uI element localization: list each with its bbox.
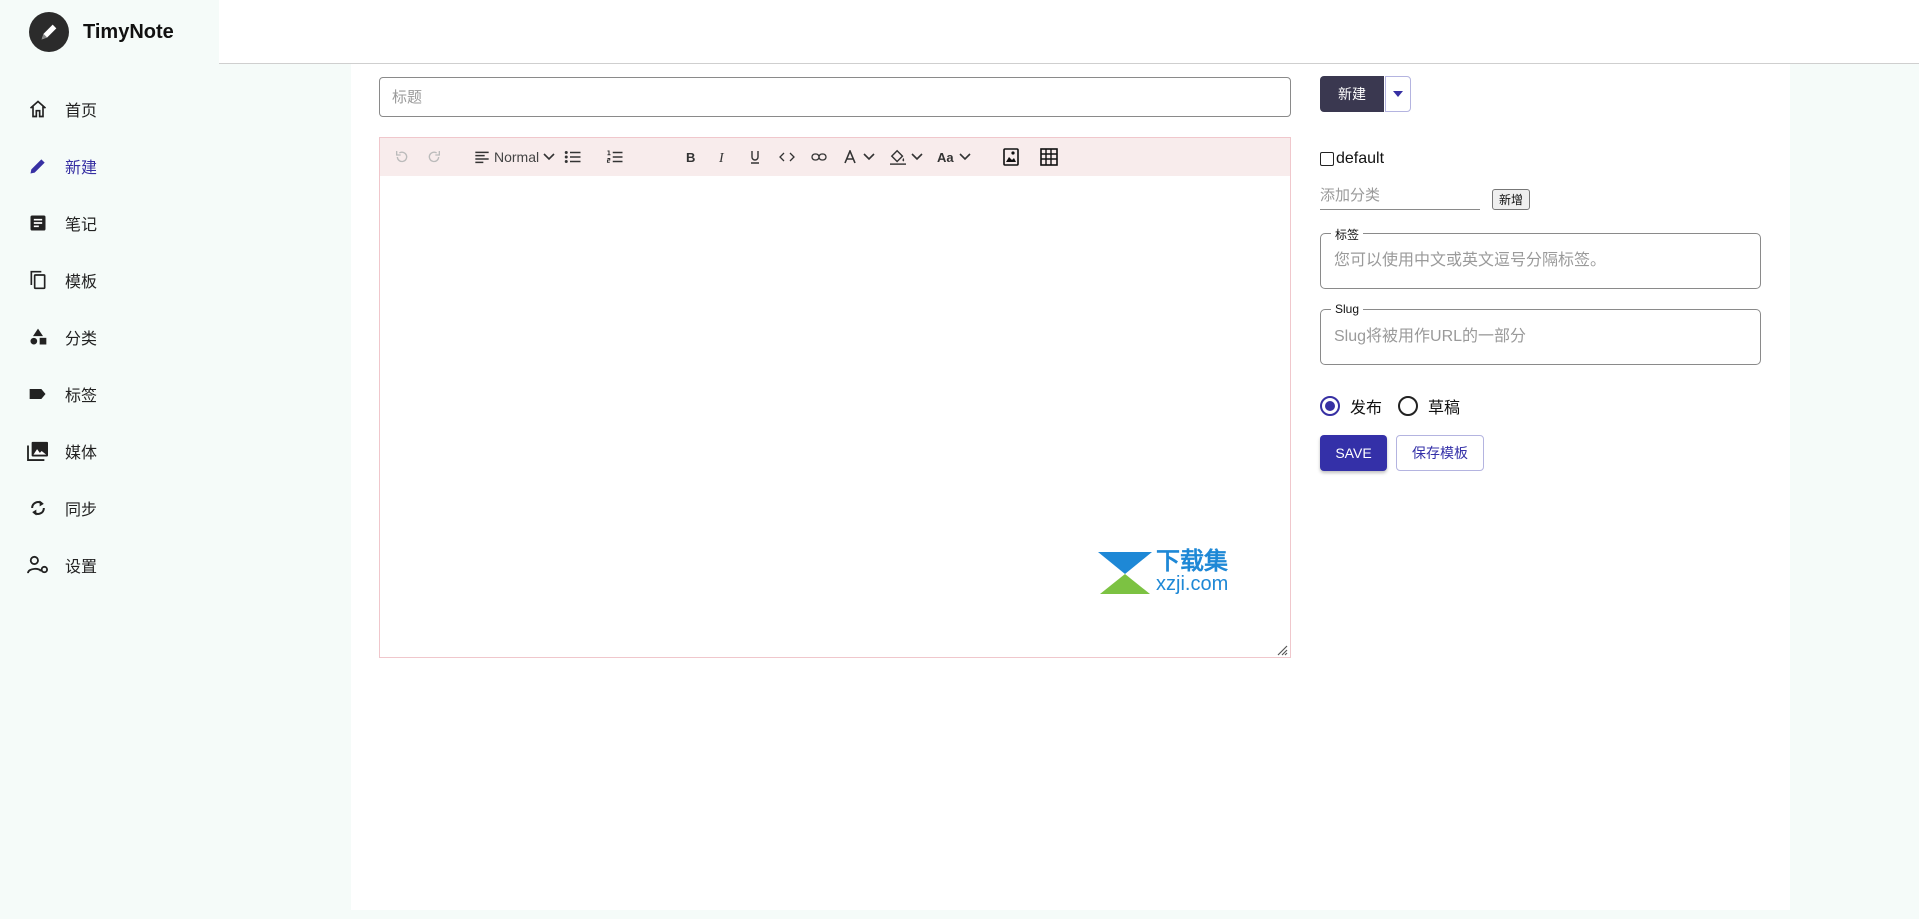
chevron-down-icon — [543, 153, 555, 161]
align-left-icon — [475, 151, 489, 164]
sidebar-item-label: 新建 — [65, 159, 98, 177]
new-button[interactable]: 新建 — [1320, 76, 1384, 112]
pencil-icon — [27, 155, 49, 177]
italic-icon[interactable]: I — [709, 143, 737, 171]
sidebar-item-home[interactable]: 首页 — [0, 80, 219, 137]
sidebar-item-notes[interactable]: 笔记 — [0, 194, 219, 251]
default-checkbox-label: default — [1336, 150, 1385, 167]
bullet-list-icon[interactable] — [559, 143, 587, 171]
font-color-dropdown[interactable] — [843, 143, 875, 171]
watermark: 下载集 xzji.com — [1098, 550, 1228, 594]
copy-icon — [27, 269, 49, 291]
app-name: TimyNote — [83, 20, 174, 43]
save-template-button[interactable]: 保存模板 — [1396, 435, 1484, 471]
sidebar-item-label: 媒体 — [65, 444, 98, 462]
resize-handle-icon[interactable] — [1276, 644, 1288, 656]
font-size-icon: Aa — [937, 150, 954, 164]
photo-library-icon — [27, 440, 49, 462]
user-settings-icon — [27, 554, 49, 576]
sidebar-item-label: 设置 — [65, 558, 98, 576]
slug-field: Slug — [1320, 302, 1761, 365]
sidebar-item-label: 模板 — [65, 273, 98, 291]
sidebar-item-label: 同步 — [65, 501, 98, 519]
publish-radio[interactable] — [1320, 396, 1340, 416]
watermark-url: xzji.com — [1156, 573, 1229, 595]
chevron-down-icon — [863, 153, 875, 161]
block-format-dropdown[interactable]: Normal — [474, 143, 555, 171]
status-radio-group: 发布 草稿 — [1320, 394, 1476, 418]
slug-input[interactable] — [1322, 311, 1759, 363]
save-button[interactable]: SAVE — [1320, 435, 1387, 471]
sidebar-item-settings[interactable]: 设置 — [0, 536, 219, 593]
top-app-bar — [219, 0, 1919, 64]
sidebar-item-label: 标签 — [65, 387, 98, 405]
sidebar-item-label: 首页 — [65, 102, 98, 120]
svg-text:I: I — [718, 151, 725, 164]
font-size-dropdown[interactable]: Aa — [937, 143, 971, 171]
chevron-down-icon — [911, 153, 923, 161]
svg-text:B: B — [686, 150, 695, 164]
redo-icon[interactable] — [420, 143, 448, 171]
shapes-icon — [27, 326, 49, 348]
underline-icon[interactable] — [741, 143, 769, 171]
tag-icon — [27, 383, 49, 405]
watermark-logo-icon — [1098, 552, 1152, 594]
highlight-color-dropdown[interactable] — [889, 143, 923, 171]
sidebar-item-sync[interactable]: 同步 — [0, 479, 219, 536]
default-checkbox[interactable] — [1320, 152, 1334, 166]
sidebar-item-templates[interactable]: 模板 — [0, 251, 219, 308]
tags-field: 标签 — [1320, 226, 1761, 289]
sidebar-item-media[interactable]: 媒体 — [0, 422, 219, 479]
code-icon[interactable] — [773, 143, 801, 171]
pencil-icon — [29, 12, 69, 52]
sidebar-item-new[interactable]: 新建 — [0, 137, 219, 194]
sidebar-nav: 首页 新建 笔记 模板 分类 标签 媒体 同步 设置 — [0, 80, 219, 593]
watermark-text: 下载集 — [1156, 548, 1228, 575]
tags-input[interactable] — [1322, 235, 1759, 287]
sidebar-item-categories[interactable]: 分类 — [0, 308, 219, 365]
sidebar: TimyNote 首页 新建 笔记 模板 分类 标签 媒体 同步 设置 — [0, 0, 219, 919]
category-input[interactable] — [1320, 182, 1480, 210]
draft-radio-label: 草稿 — [1428, 400, 1461, 417]
sidebar-item-label: 笔记 — [65, 216, 98, 234]
caret-down-icon — [1393, 91, 1403, 97]
chevron-down-icon — [959, 153, 971, 161]
font-color-icon — [844, 150, 856, 164]
home-icon — [27, 98, 49, 120]
new-options-dropdown[interactable] — [1385, 76, 1411, 112]
undo-icon[interactable] — [388, 143, 416, 171]
default-checkbox-row[interactable]: default — [1320, 150, 1384, 168]
sidebar-item-label: 分类 — [65, 330, 98, 348]
table-icon[interactable] — [1035, 143, 1063, 171]
add-category-button[interactable]: 新增 — [1492, 189, 1530, 210]
note-icon — [27, 212, 49, 234]
draft-radio[interactable] — [1398, 396, 1419, 416]
brand[interactable]: TimyNote — [29, 12, 174, 52]
block-format-label: Normal — [494, 149, 540, 165]
sync-icon — [27, 497, 49, 519]
link-icon[interactable] — [805, 143, 833, 171]
numbered-list-icon[interactable] — [601, 143, 629, 171]
paint-bucket-icon — [890, 149, 907, 165]
editor-toolbar: Normal B I Aa — [380, 138, 1290, 176]
publish-radio-label: 发布 — [1350, 400, 1383, 417]
title-input[interactable] — [379, 77, 1291, 117]
svg-text:Aa: Aa — [937, 150, 954, 164]
image-icon[interactable] — [997, 143, 1025, 171]
sidebar-item-tags[interactable]: 标签 — [0, 365, 219, 422]
bold-icon[interactable]: B — [677, 143, 705, 171]
